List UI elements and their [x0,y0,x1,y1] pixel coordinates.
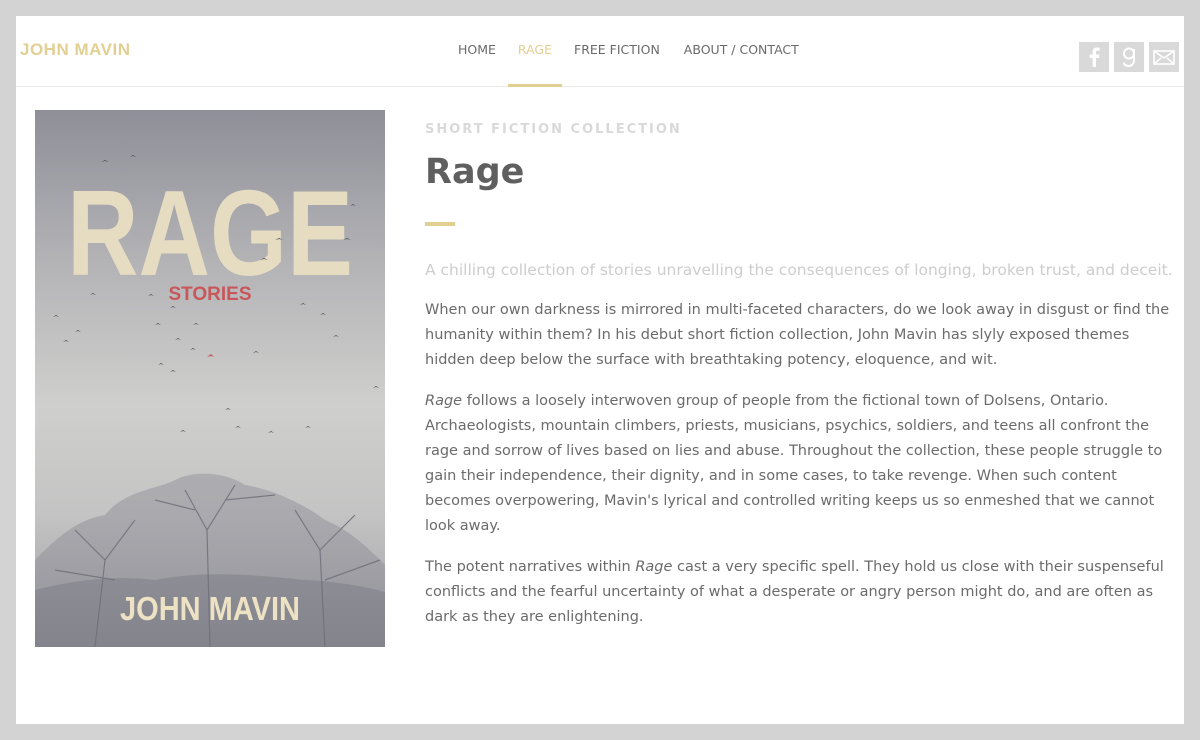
cover-subtitle: STORIES [168,284,251,305]
email-button[interactable] [1149,42,1179,72]
book-title-inline: Rage [635,559,673,575]
page-frame: JOHN MAVIN HOME RAGE FREE FICTION ABOUT … [16,16,1184,724]
nav-free-fiction[interactable]: FREE FICTION [562,16,672,87]
book-tagline: A chilling collection of stories unravel… [425,261,1173,279]
site-logo[interactable]: JOHN MAVIN [20,40,130,60]
nav-about-contact[interactable]: ABOUT / CONTACT [672,16,811,87]
book-title-inline: Rage [425,393,463,409]
paragraph-3-text-a: The potent narratives within [425,559,636,575]
social-links [1079,42,1179,72]
book-details: SHORT FICTION COLLECTION Rage A chilling… [425,122,1173,630]
description-paragraph-3: The potent narratives within Rage cast a… [425,555,1170,630]
email-icon [1153,49,1175,65]
paragraph-2-text: follows a loosely interwoven group of pe… [425,393,1163,534]
book-title: Rage [425,152,525,192]
facebook-icon [1089,47,1100,67]
description-paragraph-1: When our own darkness is mirrored in mul… [425,302,1170,368]
facebook-button[interactable] [1079,42,1109,72]
cover-author: JOHN MAVIN [120,590,300,627]
nav-rage[interactable]: RAGE [507,16,563,87]
goodreads-icon [1122,47,1135,68]
title-divider [425,222,455,226]
goodreads-button[interactable] [1114,42,1144,72]
book-cover: RAGE STORIES JOHN MAVIN [35,110,385,647]
section-kicker: SHORT FICTION COLLECTION [425,122,682,137]
cover-title: RAGE [67,165,353,301]
description-paragraph-2: Rage follows a loosely interwoven group … [425,389,1170,539]
nav-home[interactable]: HOME [446,16,508,87]
main-nav: HOME RAGE FREE FICTION ABOUT / CONTACT [446,16,811,87]
site-header: JOHN MAVIN HOME RAGE FREE FICTION ABOUT … [16,16,1184,87]
